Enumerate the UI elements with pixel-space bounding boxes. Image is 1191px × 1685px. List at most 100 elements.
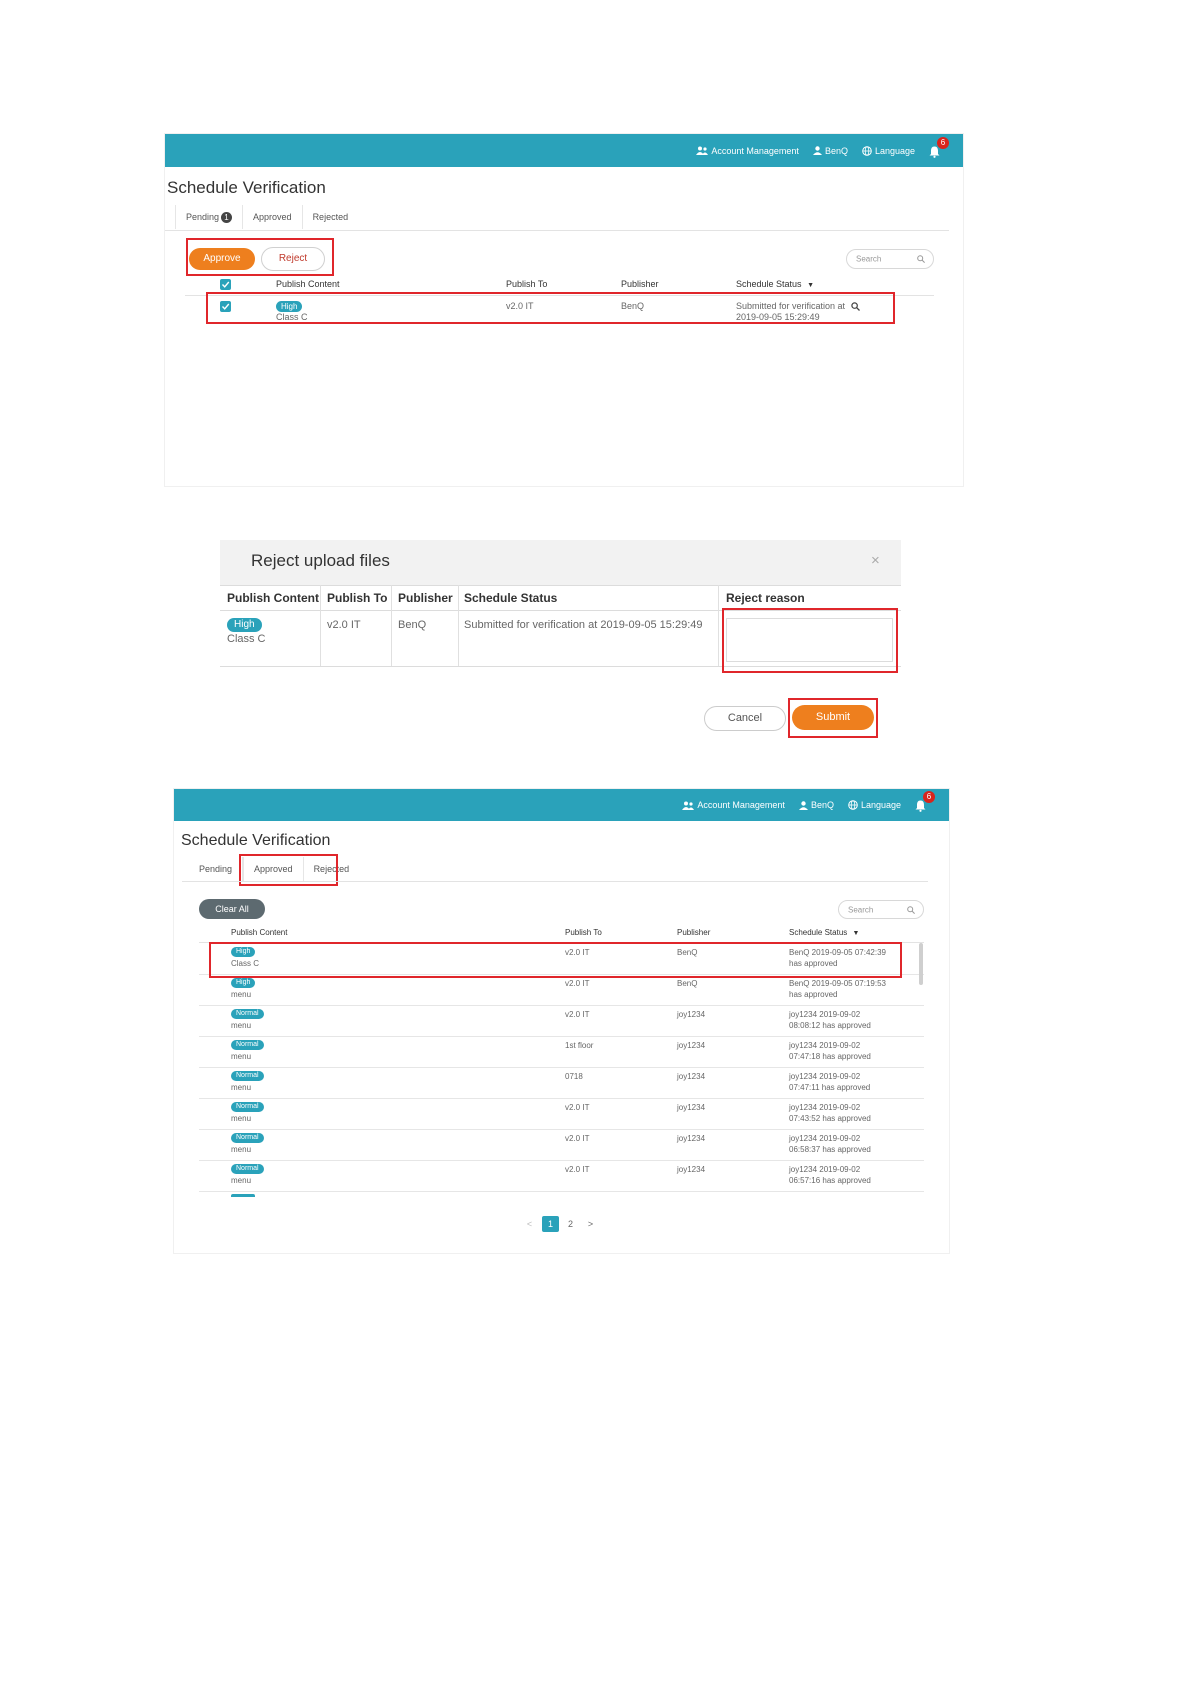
publish-to-value: 1st floor [565, 1041, 594, 1050]
row-divider [199, 1129, 924, 1130]
user-icon [798, 800, 808, 810]
header-publish-to: Publish To [565, 928, 602, 937]
publisher-value: joy1234 [677, 1103, 706, 1112]
publish-to-value: v2.0 IT [565, 979, 590, 988]
status-line-2: 07:47:11 has approved [789, 1083, 871, 1092]
content-name: menu [231, 990, 252, 999]
row-divider [199, 1160, 924, 1161]
status-line-1: BenQ 2019-09-05 07:19:53 [789, 979, 886, 988]
header-schedule-status-label: Schedule Status [736, 279, 802, 289]
tabs-divider [165, 230, 949, 231]
tab-pending[interactable]: Pending 1 [175, 205, 244, 229]
search-input[interactable]: Search [846, 249, 934, 269]
next-row-peek [231, 1194, 255, 1197]
language-menu[interactable]: Language [862, 146, 915, 156]
screen-pending: Account Management BenQ Language 6 Sched… [164, 133, 964, 487]
page-title: Schedule Verification [167, 178, 326, 197]
clear-all-button[interactable]: Clear All [199, 899, 265, 919]
user-icon [812, 146, 822, 155]
search-placeholder: Search [856, 254, 882, 264]
header-schedule-status[interactable]: Schedule Status ▼ [736, 279, 814, 289]
publisher-value: joy1234 [677, 1165, 706, 1174]
prev-page-button[interactable]: < [521, 1216, 538, 1232]
publisher-value: BenQ [398, 619, 427, 631]
tab-rejected[interactable]: Rejected [303, 205, 359, 229]
header-publisher: Publisher [677, 928, 711, 937]
top-bar: Account Management BenQ Language 6 [174, 789, 949, 821]
priority-badge: Normal [231, 1040, 264, 1050]
notification-badge: 6 [937, 136, 949, 149]
priority-badge: Normal [231, 1102, 264, 1112]
scrollbar[interactable] [919, 943, 923, 985]
priority-badge: Normal [231, 1071, 264, 1081]
select-all-checkbox[interactable] [220, 279, 231, 290]
status-line-2: 06:57:16 has approved [789, 1176, 871, 1185]
col-divider [458, 585, 459, 666]
col-divider [718, 585, 719, 666]
header-schedule-status[interactable]: Schedule Status ▼ [789, 928, 859, 937]
search-input[interactable]: Search [838, 900, 924, 919]
user-menu[interactable]: BenQ [812, 145, 848, 156]
content-name: menu [231, 1083, 252, 1092]
highlight-approved-row [209, 942, 902, 978]
status-value: Submitted for verification at 2019-09-05… [464, 619, 703, 631]
globe-icon [848, 800, 858, 810]
priority-badge: Normal [231, 1164, 264, 1174]
content-name: menu [231, 1114, 252, 1123]
status-line-1: joy1234 2019-09-02 [789, 1010, 861, 1019]
language-menu[interactable]: Language [848, 800, 901, 810]
notifications-button[interactable]: 6 [915, 791, 935, 813]
status-line-1: joy1234 2019-09-02 [789, 1103, 861, 1112]
publish-to-value: v2.0 IT [565, 1134, 590, 1143]
notifications-button[interactable]: 6 [929, 136, 949, 159]
users-icon [696, 146, 709, 155]
col-divider [391, 585, 392, 666]
bell-icon [915, 800, 926, 812]
publish-to-value: 0718 [565, 1072, 583, 1081]
top-bar: Account Management BenQ Language 6 [165, 134, 963, 167]
publish-to-value: v2.0 IT [327, 619, 361, 631]
dialog-header-reject-reason: Reject reason [726, 591, 805, 605]
next-page-button[interactable]: > [582, 1216, 599, 1232]
header-publish-to: Publish To [506, 279, 548, 289]
header-publish-content: Publish Content [276, 279, 340, 289]
user-name: BenQ [824, 145, 848, 156]
dialog-header-publisher: Publisher [398, 591, 453, 605]
account-management-link[interactable]: Account Management [696, 146, 799, 156]
pending-count-badge: 1 [221, 212, 233, 223]
highlight-reject-reason [722, 608, 898, 673]
status-line-2: 07:47:18 has approved [789, 1052, 871, 1061]
page-1-button[interactable]: 1 [542, 1216, 559, 1232]
cancel-button[interactable]: Cancel [704, 706, 786, 731]
account-management-link[interactable]: Account Management [682, 800, 785, 810]
status-line-1: joy1234 2019-09-02 [789, 1134, 861, 1143]
header-publisher: Publisher [621, 279, 659, 289]
search-placeholder: Search [848, 905, 874, 914]
tab-approved[interactable]: Approved [243, 205, 303, 229]
users-icon [682, 801, 695, 810]
status-line-2: 07:43:52 has approved [789, 1114, 871, 1123]
highlight-pending-row [206, 292, 895, 324]
user-menu[interactable]: BenQ [798, 800, 834, 810]
status-line-1: joy1234 2019-09-02 [789, 1041, 861, 1050]
dialog-header: Reject upload files × [220, 540, 901, 585]
status-line-2: 08:08:12 has approved [789, 1021, 871, 1030]
user-name: BenQ [810, 800, 834, 810]
publish-to-value: v2.0 IT [565, 1010, 590, 1019]
priority-badge: Normal [231, 1133, 264, 1143]
close-icon[interactable]: × [871, 552, 880, 569]
page-2-button[interactable]: 2 [562, 1216, 579, 1232]
header-schedule-status-label: Schedule Status [789, 928, 848, 937]
tab-pending[interactable]: Pending [189, 857, 244, 881]
dialog-header-publish-to: Publish To [327, 591, 388, 605]
priority-badge: High [231, 978, 256, 988]
dialog-header-publish-content: Publish Content [227, 591, 319, 605]
account-management-label: Account Management [697, 800, 785, 810]
tabs-divider [182, 881, 928, 882]
publish-to-value: v2.0 IT [565, 1165, 590, 1174]
row-divider [199, 1191, 924, 1192]
highlight-action-buttons [186, 238, 334, 276]
tab-pending-label: Pending [199, 864, 233, 874]
publish-to-value: v2.0 IT [565, 1103, 590, 1112]
content-name: menu [231, 1052, 252, 1061]
